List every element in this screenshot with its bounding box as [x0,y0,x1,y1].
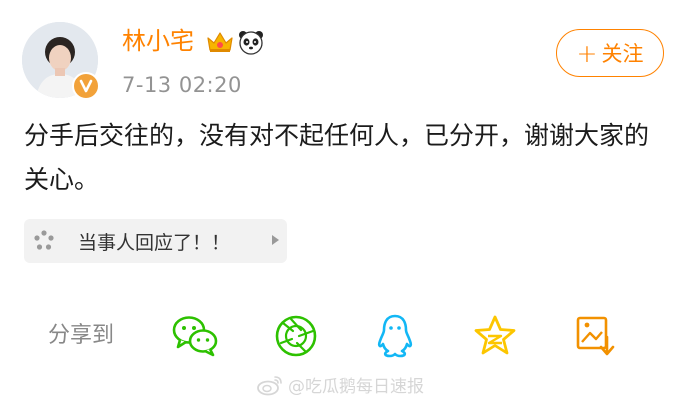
post-text: 分手后交往的，没有对不起任何人，已分开，谢谢大家的关心。 [24,121,650,194]
verified-v-icon [72,72,100,100]
panda-icon [239,31,263,55]
follow-button[interactable]: + 关注 [556,29,664,77]
watermark: @吃瓜鹅每日速报 [256,372,424,397]
qzone-icon[interactable] [472,313,518,359]
follow-label: 关注 [601,42,644,66]
link-card[interactable]: 当事人回应了！！ [24,219,287,263]
qq-icon[interactable] [375,313,415,359]
weibo-logo-icon [257,375,282,395]
link-card-text: 当事人回应了！！ [78,231,231,254]
play-arrow-icon [269,232,281,251]
crown-icon [207,32,233,52]
dots-icon [24,229,64,253]
plus-icon: + [576,38,598,68]
wechat-icon[interactable] [170,313,220,359]
share-label: 分享到 [48,323,115,348]
username[interactable]: 林小宅 [122,26,194,56]
save-image-icon[interactable] [574,313,616,359]
post-timestamp: 7-13 02:20 [122,73,242,97]
watermark-text: @吃瓜鹅每日速报 [288,377,424,397]
moments-icon[interactable] [273,313,319,359]
